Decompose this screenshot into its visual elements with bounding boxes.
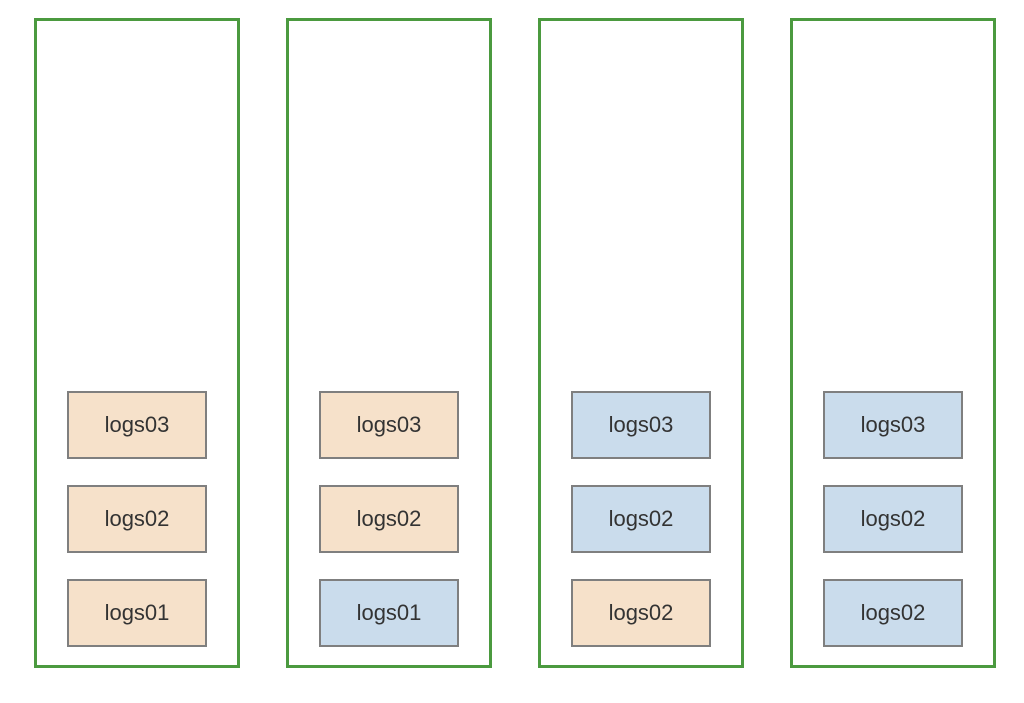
diagram-canvas: logs03 logs02 logs01 logs03 logs02 logs0… (0, 0, 1024, 703)
node-column: logs03 logs02 logs01 (286, 18, 492, 668)
shard-box: logs02 (571, 579, 711, 647)
shard-label: logs02 (861, 506, 926, 532)
shard-box: logs03 (67, 391, 207, 459)
node-column: logs03 logs02 logs01 (34, 18, 240, 668)
shard-box: logs02 (571, 485, 711, 553)
shard-label: logs01 (105, 600, 170, 626)
node-column: logs03 logs02 logs02 (790, 18, 996, 668)
shard-label: logs02 (357, 506, 422, 532)
shard-box: logs03 (823, 391, 963, 459)
shard-box: logs02 (823, 579, 963, 647)
shard-label: logs03 (105, 412, 170, 438)
shard-label: logs03 (357, 412, 422, 438)
shard-box: logs02 (67, 485, 207, 553)
shard-label: logs02 (861, 600, 926, 626)
shard-box: logs01 (67, 579, 207, 647)
shard-box: logs02 (319, 485, 459, 553)
shard-box: logs03 (571, 391, 711, 459)
shard-label: logs02 (105, 506, 170, 532)
shard-label: logs03 (861, 412, 926, 438)
shard-box: logs01 (319, 579, 459, 647)
shard-label: logs02 (609, 506, 674, 532)
shard-box: logs02 (823, 485, 963, 553)
node-column: logs03 logs02 logs02 (538, 18, 744, 668)
shard-label: logs03 (609, 412, 674, 438)
shard-box: logs03 (319, 391, 459, 459)
shard-label: logs01 (357, 600, 422, 626)
shard-label: logs02 (609, 600, 674, 626)
